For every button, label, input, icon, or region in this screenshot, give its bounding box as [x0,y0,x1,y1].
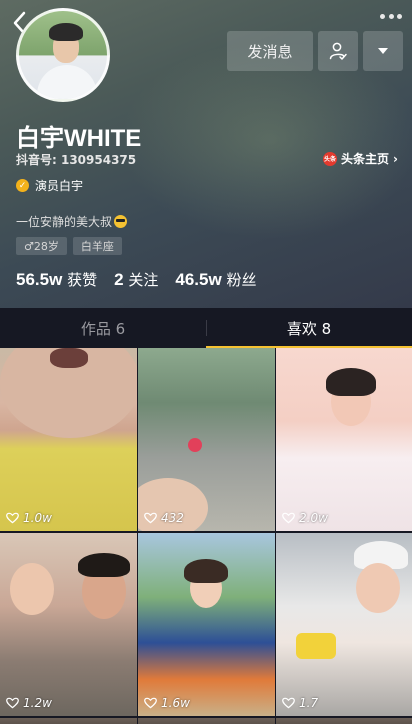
like-count: 1.7 [282,696,318,710]
verified-label: 演员白宇 [35,179,84,193]
video-thumbnail[interactable]: 1.0w [0,348,137,531]
toutiao-homepage-link[interactable]: 头条 头条主页 › [323,150,398,167]
like-count: 432 [144,511,184,525]
video-thumbnail[interactable]: 1.7 [276,533,412,716]
tag-age: ♂28岁 [16,237,67,255]
like-count: 1.0w [6,511,52,525]
tab-divider [206,320,207,336]
video-thumbnail-partial[interactable] [138,718,275,724]
toutiao-label: 头条主页 [341,152,390,166]
heart-icon [282,512,295,524]
verification: ✓ 演员白宇 [16,177,83,194]
bio-text: 一位安静的美大叔 [16,215,113,229]
profile-name: 白宇WHITE [16,125,142,152]
follow-button[interactable] [318,31,358,71]
stat-followers[interactable]: 46.5w 粉丝 [175,269,256,290]
sunglasses-emoji-icon [114,215,128,228]
tab-likes[interactable]: 喜欢 8 [206,308,412,348]
heart-icon [6,512,19,524]
more-icon[interactable] [380,14,402,22]
video-thumbnail[interactable]: 432 [138,348,275,531]
video-grid: 1.0w 432 2.0w 1.2w 1.6w 1.7 [0,348,412,724]
heart-icon [282,697,295,709]
stat-following[interactable]: 2 关注 [114,269,158,290]
profile-tags: ♂28岁 白羊座 [16,237,122,255]
video-thumbnail-partial[interactable] [276,718,412,724]
douyin-id: 抖音号: 130954375 [16,153,137,167]
more-options-dropdown[interactable] [363,31,403,71]
video-thumbnail[interactable]: 1.2w [0,533,137,716]
tag-zodiac: 白羊座 [72,237,122,255]
bio: 一位安静的美大叔 [16,213,128,230]
video-thumbnail[interactable]: 1.6w [138,533,275,716]
heart-icon [6,697,19,709]
heart-icon [144,697,157,709]
profile-stats: 56.5w 获赞 2 关注 46.5w 粉丝 [16,269,256,290]
video-thumbnail-partial[interactable] [0,718,137,724]
chevron-right-icon: › [393,151,398,166]
chevron-down-icon [378,48,388,54]
tab-works[interactable]: 作品 6 [0,308,206,348]
avatar[interactable] [16,8,110,102]
like-count: 1.2w [6,696,52,710]
verified-icon: ✓ [16,179,29,192]
follow-user-icon [329,42,347,60]
heart-icon [144,512,157,524]
like-count: 2.0w [282,511,328,525]
send-message-button[interactable]: 发消息 [227,31,313,71]
like-count: 1.6w [144,696,190,710]
profile-header: 发消息 白宇WHITE 抖音号: 130954375 头条 头条主页 › ✓ 演… [0,0,412,308]
stat-likes: 56.5w 获赞 [16,270,98,289]
video-thumbnail[interactable]: 2.0w [276,348,412,531]
toutiao-icon: 头条 [323,151,338,166]
